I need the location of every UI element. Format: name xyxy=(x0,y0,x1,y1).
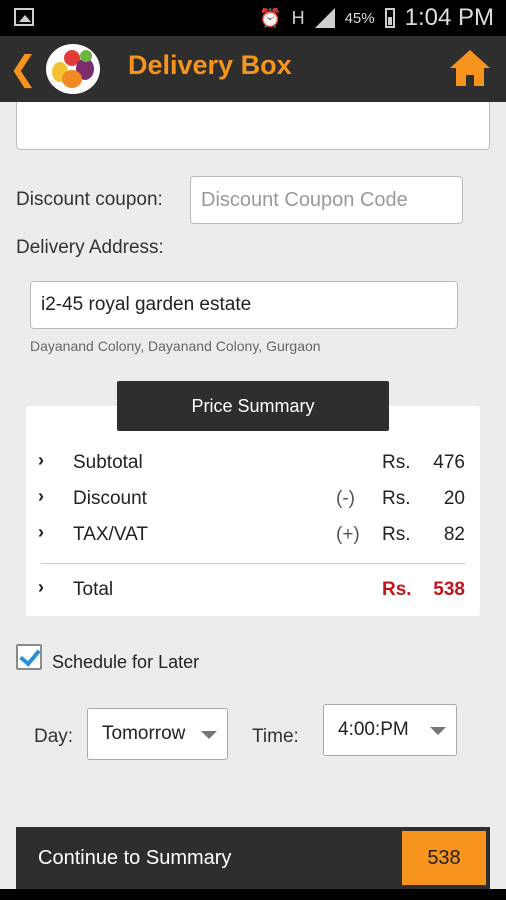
app-logo xyxy=(46,44,100,94)
battery-percent: 45% xyxy=(344,9,375,27)
time-label: Time: xyxy=(252,726,299,747)
dropdown-caret-icon xyxy=(201,731,217,739)
row-amount: 538 xyxy=(433,579,465,600)
battery-icon xyxy=(384,8,395,28)
alarm-icon: ⏰ xyxy=(259,7,282,28)
price-summary-card: › Subtotal Rs. 476 › Discount (-) Rs. 20… xyxy=(26,406,480,616)
checkout-form: Discount coupon: Discount Coupon Code De… xyxy=(0,102,506,822)
gallery-notification-icon xyxy=(14,8,34,26)
row-label: Discount xyxy=(73,488,147,509)
row-sign: (-) xyxy=(336,488,355,509)
address-label: Delivery Address: xyxy=(16,237,164,258)
row-amount: 476 xyxy=(433,452,465,473)
day-label: Day: xyxy=(34,726,74,747)
row-label: TAX/VAT xyxy=(73,524,148,545)
chevron-right-icon: › xyxy=(38,522,44,542)
total-badge: 538 xyxy=(402,831,486,885)
day-select-value: Tomorrow xyxy=(102,723,186,744)
discount-row[interactable]: › Discount (-) Rs. 20 xyxy=(26,486,480,516)
row-label: Subtotal xyxy=(73,452,143,473)
notes-field[interactable] xyxy=(16,102,490,150)
continue-button[interactable]: Continue to Summary xyxy=(38,827,231,889)
continue-bar[interactable]: Continue to Summary 538 xyxy=(16,827,490,889)
row-label: Total xyxy=(73,579,114,600)
row-currency: Rs. xyxy=(382,452,411,473)
clock: 1:04 PM xyxy=(404,4,494,31)
coupon-input[interactable]: Discount Coupon Code xyxy=(190,176,463,224)
row-currency: Rs. xyxy=(382,524,411,545)
app-bar: ❮ Delivery Box xyxy=(0,36,506,102)
chevron-right-icon: › xyxy=(38,577,44,597)
dropdown-caret-icon xyxy=(430,727,446,735)
chevron-right-icon: › xyxy=(38,486,44,506)
status-bar: ⏰ H 45% 1:04 PM xyxy=(0,0,506,36)
row-amount: 82 xyxy=(443,524,465,545)
chevron-right-icon: › xyxy=(38,450,44,470)
row-currency: Rs. xyxy=(382,579,412,600)
day-select[interactable]: Tomorrow xyxy=(87,708,228,760)
time-select[interactable]: 4:00:PM xyxy=(323,704,457,756)
page-title: Delivery Box xyxy=(128,50,292,80)
system-nav-strip xyxy=(0,889,506,900)
total-row[interactable]: › Total Rs. 538 xyxy=(26,577,480,607)
divider xyxy=(41,563,466,564)
subtotal-row[interactable]: › Subtotal Rs. 476 xyxy=(26,450,480,480)
schedule-later-checkbox[interactable] xyxy=(16,644,42,670)
network-type-icon: H xyxy=(291,7,305,28)
address-input[interactable]: i2-45 royal garden estate xyxy=(30,281,458,329)
time-select-value: 4:00:PM xyxy=(338,719,409,740)
signal-icon xyxy=(314,8,335,28)
schedule-later-label[interactable]: Schedule for Later xyxy=(52,652,199,673)
row-currency: Rs. xyxy=(382,488,411,509)
home-icon[interactable] xyxy=(448,48,492,88)
status-icons: ⏰ H 45% 1:04 PM xyxy=(259,0,494,36)
back-arrow-icon[interactable]: ❮ xyxy=(8,50,38,88)
price-summary-button[interactable]: Price Summary xyxy=(117,381,389,431)
row-amount: 20 xyxy=(443,488,465,509)
tax-row[interactable]: › TAX/VAT (+) Rs. 82 xyxy=(26,522,480,552)
address-locality: Dayanand Colony, Dayanand Colony, Gurgao… xyxy=(30,338,321,354)
row-sign: (+) xyxy=(336,524,360,545)
coupon-label: Discount coupon: xyxy=(16,189,163,210)
